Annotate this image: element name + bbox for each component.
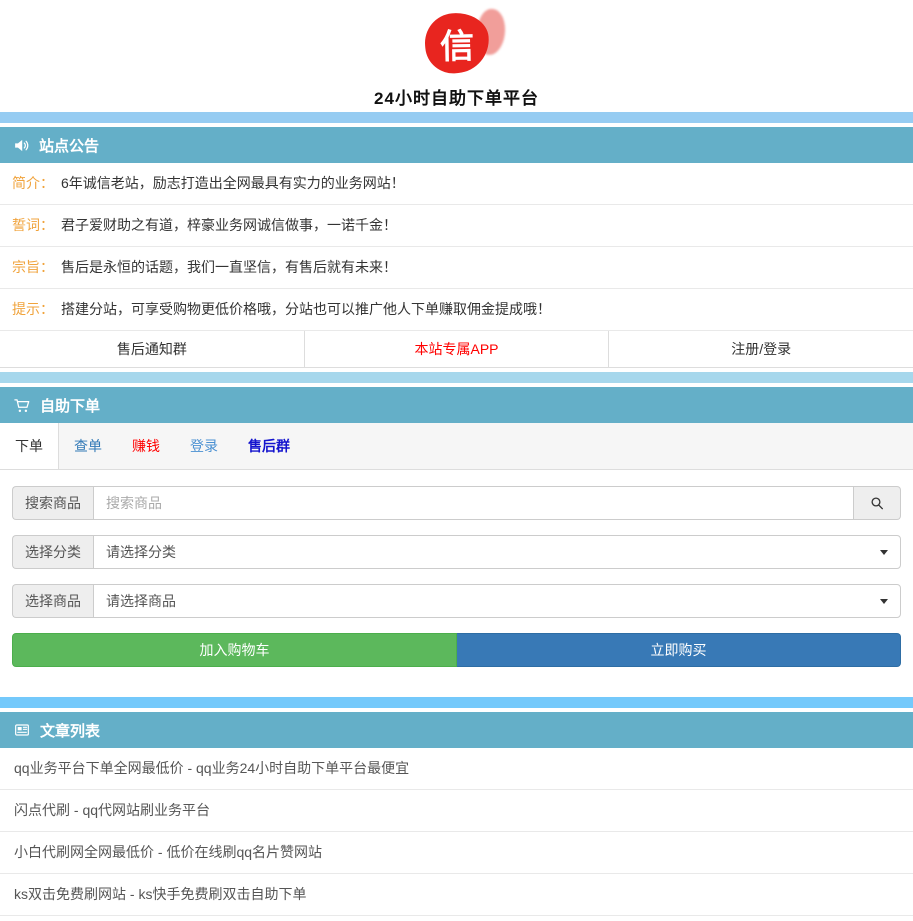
magnifier-icon [869,495,885,511]
divider-strip-articles [0,697,913,708]
divider-strip-order [0,372,913,383]
order-form: 搜索商品 选择分类 请选择分类 选择商品 请选择商品 [0,470,913,667]
site-logo: 信 [425,13,489,77]
article-list-item[interactable]: ks双击免费刷网站 - ks快手免费刷双击自助下单 [0,874,913,916]
chevron-down-icon [880,550,888,555]
article-list-item[interactable]: 闪点代刷 - qq代网站刷业务平台 [0,790,913,832]
tab-aftersale-group[interactable]: 售后群 [233,423,305,469]
page-bottom-spacer [0,916,913,921]
chevron-down-icon [880,599,888,604]
divider-strip-notice [0,112,913,123]
search-row: 搜索商品 [12,486,901,520]
notice-section-header: 站点公告 [0,127,913,163]
search-addon-label: 搜索商品 [12,486,93,520]
notice-section-title: 站点公告 [39,135,99,156]
order-actions: 加入购物车 立即购买 [12,633,901,667]
category-row: 选择分类 请选择分类 [12,535,901,569]
notice-item-label: 誓词： [12,217,54,233]
tab-place-order[interactable]: 下单 [0,423,59,469]
notice-list: 简介： 6年诚信老站，励志打造出全网最具有实力的业务网站！ 誓词： 君子爱财助之有道… [0,163,913,331]
tab-earn-money[interactable]: 赚钱 [117,423,175,469]
product-addon-label: 选择商品 [12,584,93,618]
buy-now-button[interactable]: 立即购买 [457,633,901,667]
article-list: qq业务平台下单全网最低价 - qq业务24小时自助下单平台最便宜 闪点代刷 -… [0,748,913,916]
notice-item-label: 简介： [12,175,54,191]
category-select-value: 请选择分类 [106,542,176,562]
notice-item: 简介： 6年诚信老站，励志打造出全网最具有实力的业务网站！ [0,163,913,205]
spacer [0,667,913,693]
notice-item-text: 君子爱财助之有道，梓豪业务网诚信做事，一诺千金！ [61,217,397,233]
product-select-value: 请选择商品 [106,591,176,611]
site-app-link[interactable]: 本站专属APP [304,331,609,367]
search-button[interactable] [854,486,901,520]
product-row: 选择商品 请选择商品 [12,584,901,618]
articles-section-title: 文章列表 [40,720,100,741]
notice-item-text: 售后是永恒的话题，我们一直坚信，有售后就有未来！ [61,259,397,275]
tab-check-order[interactable]: 查单 [59,423,117,469]
quick-links-row: 售后通知群 本站专属APP 注册/登录 [0,331,913,368]
article-list-item[interactable]: 小白代刷网全网最低价 - 低价在线刷qq名片赞网站 [0,832,913,874]
product-select[interactable]: 请选择商品 [93,584,901,618]
aftersale-group-link[interactable]: 售后通知群 [0,331,304,367]
search-input[interactable] [93,486,854,520]
notice-item: 宗旨： 售后是永恒的话题，我们一直坚信，有售后就有未来！ [0,247,913,289]
newspaper-icon [13,722,31,738]
order-section-title: 自助下单 [40,395,100,416]
category-select[interactable]: 请选择分类 [93,535,901,569]
notice-item-label: 提示： [12,301,54,317]
site-title: 24小时自助下单平台 [0,84,913,109]
register-login-link[interactable]: 注册/登录 [608,331,913,367]
site-header: 信 24小时自助下单平台 [0,0,913,110]
article-list-item[interactable]: qq业务平台下单全网最低价 - qq业务24小时自助下单平台最便宜 [0,748,913,790]
speaker-icon [13,137,30,154]
add-to-cart-button[interactable]: 加入购物车 [12,633,457,667]
category-addon-label: 选择分类 [12,535,93,569]
cart-icon [13,397,31,414]
notice-item: 誓词： 君子爱财助之有道，梓豪业务网诚信做事，一诺千金！ [0,205,913,247]
page: 信 24小时自助下单平台 站点公告 简介： 6年诚信老站，励志打造出全网最具有实力… [0,0,913,921]
tab-login[interactable]: 登录 [175,423,233,469]
order-tabs: 下单 查单 赚钱 登录 售后群 [0,423,913,470]
notice-item: 提示： 搭建分站，可享受购物更低价格哦，分站也可以推广他人下单赚取佣金提成哦！ [0,289,913,331]
articles-section-header: 文章列表 [0,712,913,748]
notice-item-text: 6年诚信老站，励志打造出全网最具有实力的业务网站！ [61,175,405,191]
order-section-header: 自助下单 [0,387,913,423]
logo-character: 信 [439,18,474,68]
notice-item-label: 宗旨： [12,259,54,275]
notice-item-text: 搭建分站，可享受购物更低价格哦，分站也可以推广他人下单赚取佣金提成哦！ [61,301,551,317]
